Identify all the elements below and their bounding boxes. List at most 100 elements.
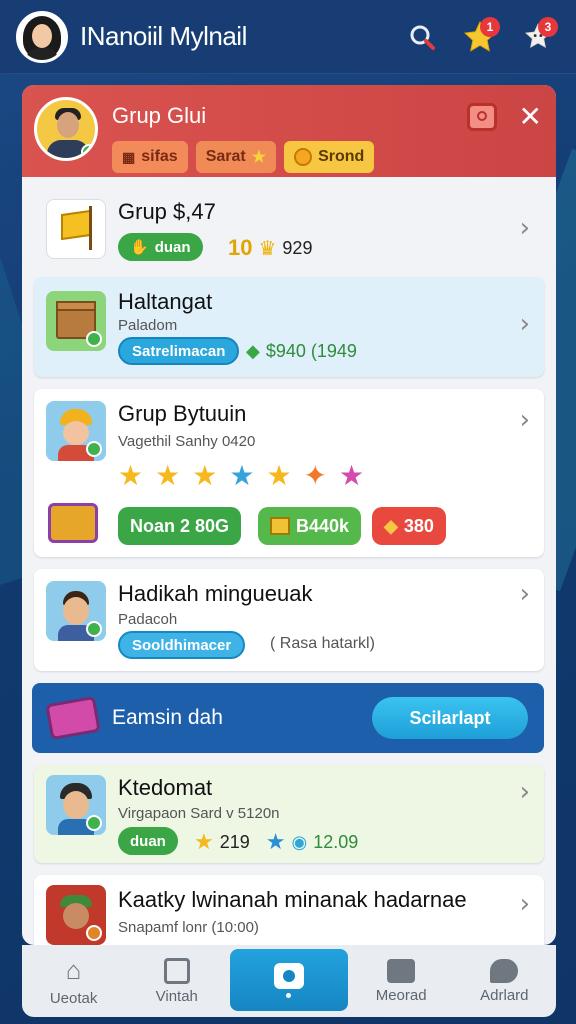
ticket-icon: ▦ [122,148,136,165]
gallery-icon [387,958,416,983]
rating-stars: ★ ★ ★ ★ ★ ✦ ★ [118,459,364,492]
hand-icon: ✋ [130,239,149,256]
list-item[interactable]: Grup $,47 ✋ duan 10 ♛ 929 › [34,185,544,273]
camera-button[interactable] [466,103,497,131]
chevron-right-icon: › [519,579,530,609]
item-subtitle: Vagethil Sanhy 0420 [118,433,256,450]
chip-sarat[interactable]: Sarat ★ [195,141,277,173]
reward-button-2[interactable]: B440k [258,507,362,545]
close-icon: ✕ [518,100,542,133]
item-meta: ( Rasa hatarkl) [270,635,375,652]
item-title: Grup Bytuuin [118,401,247,426]
box-icon [270,517,290,535]
list-item[interactable]: Hadikah mingueuak Padacoh Sooldhimacer (… [34,569,544,671]
chip-srond[interactable]: Srond [284,141,375,173]
item-title: Grup $,47 [118,199,216,224]
item-title: Hadikah mingueuak [118,581,313,606]
favorites-button[interactable]: 1 [458,15,502,59]
chip-sifas[interactable]: ▦ sifas [112,141,188,173]
item-subtitle: Snapamf lonr (10:00) [118,919,259,936]
profile-avatar[interactable] [16,10,68,63]
close-button[interactable]: ✕ [519,103,542,131]
nav-calendar[interactable]: Vintah [127,945,227,1017]
item-subtitle: Padacoh [118,611,178,628]
search-icon [410,25,435,50]
group-panel: ✓ Grup Glui ▦ sifas Sarat ★ Srond ✕ Grup… [22,85,556,945]
camera-icon [476,111,487,121]
star-icon: ★ [192,460,218,491]
star-icon: ★ [118,460,144,491]
nav-label: Ueotak [49,990,98,1007]
level-value: 10 [228,235,253,260]
star-icon: ★ [229,460,255,491]
coin-stack-icon: ◆ [246,341,260,361]
star-icon: ✦ [303,460,328,491]
worker-avatar-icon [46,401,106,461]
coin-icon: ◉ [291,831,308,852]
active-dot [286,992,292,998]
list-item[interactable]: Haltangat Paladom Satrelimacan ◆ $940 (1… [34,277,544,377]
coins-value: 12.09 [313,831,359,852]
stars-value: 219 [219,831,250,852]
panel-header: ✓ Grup Glui ▦ sifas Sarat ★ Srond ✕ [22,85,556,177]
home-icon: ⌂ [65,955,82,985]
camera-icon [273,962,304,989]
reward-button-3[interactable]: ◆ 380 [372,507,446,545]
item-title: Haltangat [118,289,213,314]
item-meta: 10 ♛ 929 [228,235,312,261]
notifications-button[interactable]: 3 [516,15,560,59]
item-title: Ktedomat [118,775,213,800]
treasure-chest-icon [48,503,98,543]
star-icon: ★ [251,149,267,166]
person-avatar-icon [46,775,106,835]
promo-text: Eamsin dah [112,706,223,729]
status-pill[interactable]: Satrelimacan [118,337,240,365]
item-meta: ◆ $940 (1949 [246,341,357,362]
bottom-navigation: ⌂ Ueotak Vintah Meorad Adrlard [22,945,556,1017]
button-label: B440k [296,515,350,536]
voucher-icon [45,695,101,741]
pill-label: duan [154,238,191,256]
star-icon: ★ [155,460,181,491]
search-button[interactable] [400,15,444,59]
coin-icon [294,148,313,166]
flag-icon [46,199,106,259]
gift-box-icon [46,291,106,351]
chevron-right-icon: › [519,777,530,807]
status-pill[interactable]: duan [118,827,178,855]
chevron-right-icon: › [519,309,530,339]
nav-chat[interactable]: Adrlard [454,945,554,1017]
list-item[interactable]: Kaatky lwinanah minanak hadarnae Snapamf… [34,875,544,945]
nav-home[interactable]: ⌂ Ueotak [24,945,124,1017]
item-subtitle: Paladom [118,317,178,334]
chip-label: sifas [141,148,178,165]
gem-icon: ◆ [384,515,398,536]
status-pill[interactable]: ✋ duan [118,233,203,261]
star-icon: ★ [194,829,214,854]
item-title: Kaatky lwinanah minanak hadarnae [118,887,467,912]
score-value: 929 [282,237,313,258]
star-icon: ★ [339,460,365,491]
status-pill[interactable]: Sooldhimacer [118,631,246,659]
item-meta: ★ 219 ★ ◉ 12.09 [194,829,358,855]
notifications-badge: 3 [538,16,558,37]
trophy-icon: ♛ [258,237,277,260]
nav-camera[interactable] [229,949,348,1011]
nav-label: Adrlard [480,986,529,1004]
chevron-right-icon: › [519,889,530,919]
list-item[interactable]: Grup Bytuuin Vagethil Sanhy 0420 ★ ★ ★ ★… [34,389,544,557]
nav-gallery[interactable]: Meorad [351,945,451,1017]
reward-button-1[interactable]: Noan 2 80G [118,507,242,545]
list-item[interactable]: Ktedomat Virgapaon Sard v 5120n duan ★ 2… [34,765,544,863]
person-avatar-icon [46,885,106,945]
button-label: 380 [403,515,434,536]
favorites-badge: 1 [480,16,500,37]
calendar-icon [163,957,190,984]
nav-label: Meorad [375,986,427,1004]
verified-icon: ✓ [81,144,95,158]
star-icon: ★ [266,460,292,491]
promo-button[interactable]: Scilarlapt [372,697,528,739]
price-value: $940 (1949 [265,341,357,361]
app-title: INanoiil Mylnail [80,21,247,51]
group-avatar[interactable]: ✓ [34,97,98,161]
